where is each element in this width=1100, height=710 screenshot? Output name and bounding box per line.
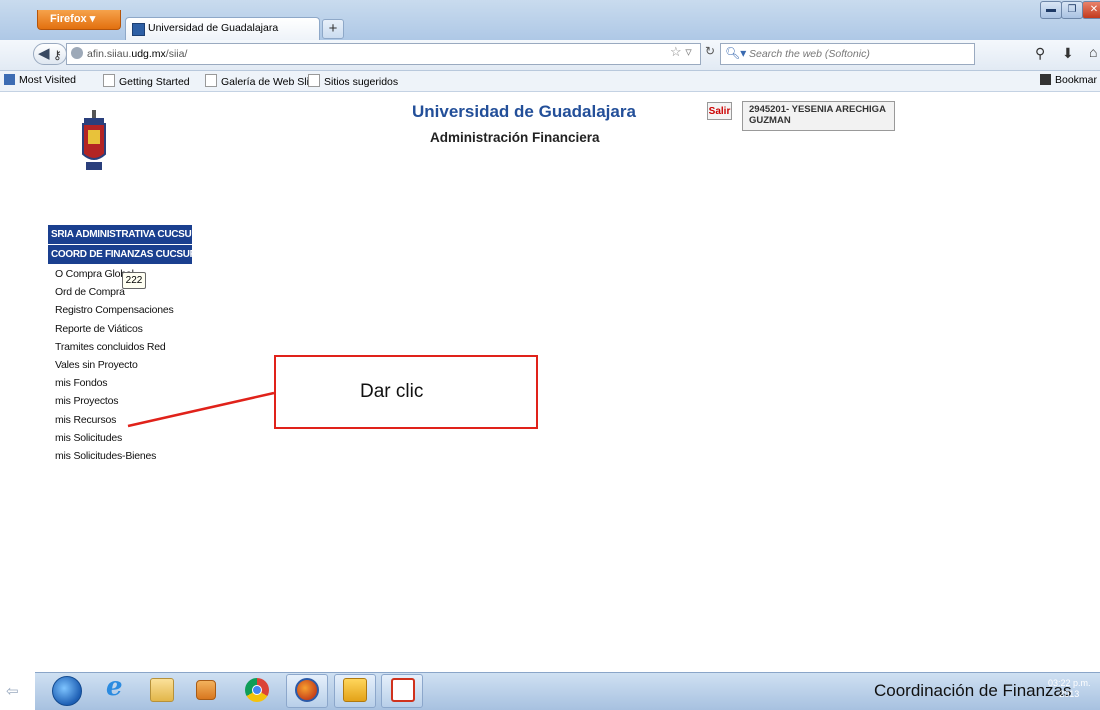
bookmark-web-slice[interactable]: Galería de Web Slice [205,74,320,88]
firefox-menu-button[interactable]: Firefox ▾ [37,10,121,30]
menu-item-ord-de-compra[interactable]: Ord de Compra [55,286,174,304]
close-icon[interactable]: ✕ [1082,1,1100,19]
page-icon [205,74,217,87]
menu-item-o-compra-global[interactable]: O Compra Global [55,268,174,286]
search-engine-icon[interactable]: 🔍︎▾ [725,46,746,60]
bookmarks-icon [1040,74,1051,85]
windows-start-icon[interactable] [52,676,82,706]
outlook-icon[interactable] [343,678,367,702]
system-clock[interactable]: 03:22 p.m. 2013 [1048,678,1091,700]
application-icon[interactable] [391,678,415,702]
search-input[interactable]: 🔍︎▾ Search the web (Softonic) [720,43,975,65]
bookmarks-toolbar: Most Visited Getting Started Galería de … [0,71,1100,92]
menu-item-registro-compensaciones[interactable]: Registro Compensaciones [55,304,174,322]
menu-item-mis-solicitudes-bienes[interactable]: mis Solicitudes-Bienes [55,450,174,468]
reload-icon[interactable]: ↻ [705,44,715,58]
search-icon[interactable]: ⚲ [1035,45,1045,62]
chrome-icon[interactable] [245,678,269,702]
download-icon[interactable]: ⬇ [1062,45,1074,62]
page-subtitle: Administración Financiera [430,130,600,145]
user-info: 2945201- YESENIA ARECHIGA GUZMAN [742,101,895,131]
menu-item-mis-solicitudes[interactable]: mis Solicitudes [55,432,174,450]
globe-icon [71,47,83,59]
file-explorer-icon[interactable] [150,678,174,702]
navigation-toolbar: ◀ ⚷ afin.siiau.udg.mx/siia/ ☆ ▿ ↻ 🔍︎▾ Se… [0,40,1100,71]
previous-arrow-icon[interactable]: ⇦ [6,682,19,700]
search-placeholder: Search the web (Softonic) [749,48,870,60]
annotation-text: Dar clic [360,381,424,402]
identity-icon[interactable]: ⚷ [53,45,62,65]
firefox-icon[interactable] [295,678,319,702]
menu-item-mis-recursos[interactable]: mis Recursos [55,414,174,432]
bookmarks-menu-button[interactable]: Bookmar [1040,74,1097,86]
back-button[interactable]: ◀ ⚷ [33,43,67,65]
menu-item-tramites-concluidos[interactable]: Tramites concluidos Red [55,341,174,359]
new-tab-button[interactable]: + [322,19,344,39]
menu-item-mis-proyectos[interactable]: mis Proyectos [55,395,174,413]
browser-titlebar: Firefox ▾ Universidad de Guadalajara + ▬… [0,0,1100,40]
bookmark-getting-started[interactable]: Getting Started [103,74,190,88]
bookmark-star-icon[interactable]: ☆ ▿ [670,44,692,60]
url-text: afin.siiau.udg.mx/siia/ [87,48,188,60]
user-line-1: 2945201- YESENIA ARECHIGA [749,104,886,115]
udg-favicon-icon [132,23,145,36]
most-visited-icon [4,74,15,85]
minimize-icon[interactable]: ▬ [1040,1,1062,19]
menu-head-coord-finanzas[interactable]: COORD DE FINANZAS CUCSUR [48,245,197,264]
internet-explorer-icon[interactable]: e [103,672,127,702]
menu-item-vales-sin-proyecto[interactable]: Vales sin Proyecto [55,359,174,377]
finance-menu: O Compra Global Ord de Compra Registro C… [55,268,174,468]
bookmark-most-visited[interactable]: Most Visited [4,74,76,86]
home-icon[interactable]: ⌂ [1089,44,1097,60]
page-title: Universidad de Guadalajara [412,102,636,121]
menu-item-reporte-viaticos[interactable]: Reporte de Viáticos [55,323,174,341]
udg-crest-icon [82,110,106,170]
tab-universidad[interactable]: Universidad de Guadalajara [125,17,320,40]
page-icon [308,74,320,87]
logout-button[interactable]: Salir [707,102,732,120]
media-player-icon[interactable] [196,680,216,700]
user-line-2: GUZMAN [749,115,791,126]
footer-caption: Coordinación de Finanzas [874,681,1072,700]
bookmark-sitios-sugeridos[interactable]: Sitios sugeridos [308,74,398,88]
tab-title: Universidad de Guadalajara [148,22,279,34]
tooltip: 222 [122,272,146,289]
url-bar[interactable]: afin.siiau.udg.mx/siia/ [66,43,701,65]
maximize-icon[interactable]: ❐ [1061,1,1083,19]
menu-head-sria-administrativa[interactable]: SRIA ADMINISTRATIVA CUCSUR [48,225,199,244]
menu-item-mis-fondos[interactable]: mis Fondos [55,377,174,395]
window-controls: ▬ ❐ ✕ [1040,1,1100,21]
back-arrow-icon: ◀ [38,45,50,62]
page-icon [103,74,115,87]
